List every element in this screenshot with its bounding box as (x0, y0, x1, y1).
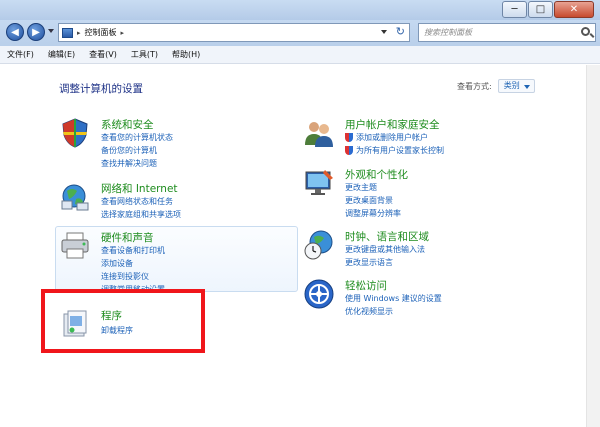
link-backup-computer[interactable]: 备份您的计算机 (101, 145, 157, 156)
category-title-clock-language[interactable]: 时钟、语言和区域 (345, 229, 429, 244)
link-view-network-status[interactable]: 查看网络状态和任务 (101, 196, 173, 207)
category-title-network-internet[interactable]: 网络和 Internet (101, 181, 178, 196)
link-add-remove-accounts[interactable]: 添加或删除用户帐户 (345, 132, 428, 143)
printer-icon (61, 232, 89, 259)
link-parental-controls[interactable]: 为所有用户设置家长控制 (345, 145, 444, 156)
category-user-accounts: 用户帐户和家庭安全 添加或删除用户帐户 为所有用户设置家长控制 (303, 117, 523, 162)
annotation-highlight-box (41, 289, 205, 353)
uac-shield-icon (345, 146, 353, 155)
category-network-internet: 网络和 Internet 查看网络状态和任务 选择家庭组和共享选项 (59, 181, 259, 226)
category-title-user-accounts[interactable]: 用户帐户和家庭安全 (345, 117, 440, 132)
address-dropdown-icon[interactable] (381, 30, 387, 34)
menu-edit[interactable]: 编辑(E) (48, 49, 75, 60)
link-view-computer-status[interactable]: 查看您的计算机状态 (101, 132, 173, 143)
link-parental-controls-label: 为所有用户设置家长控制 (356, 146, 444, 155)
link-change-display-language[interactable]: 更改显示语言 (345, 257, 393, 268)
uac-shield-icon (345, 133, 353, 142)
link-find-fix-problems[interactable]: 查找并解决问题 (101, 158, 157, 169)
menu-bar: 文件(F) 编辑(E) 查看(V) 工具(T) 帮助(H) (0, 46, 600, 64)
category-ease-of-access: 轻松访问 使用 Windows 建议的设置 优化视频显示 (303, 278, 503, 323)
link-change-theme[interactable]: 更改主题 (345, 182, 377, 193)
recent-pages-dropdown[interactable] (48, 29, 54, 33)
category-appearance: 外观和个性化 更改主题 更改桌面背景 调整屏幕分辨率 (303, 167, 503, 222)
breadcrumb-control-panel[interactable]: 控制面板 (85, 27, 117, 38)
security-shield-icon (62, 118, 88, 148)
link-connect-projector[interactable]: 连接到投影仪 (101, 271, 149, 282)
link-view-devices-printers[interactable]: 查看设备和打印机 (101, 245, 165, 256)
back-button[interactable]: ◀ (6, 23, 24, 41)
address-bar[interactable]: ▸ 控制面板 ▸ ↻ (58, 23, 410, 42)
window-titlebar: ─ □ ✕ (0, 0, 600, 20)
users-icon (305, 122, 333, 147)
view-by-dropdown[interactable]: 类别 (497, 79, 535, 93)
category-title-appearance[interactable]: 外观和个性化 (345, 167, 408, 182)
link-change-keyboard[interactable]: 更改键盘或其他输入法 (345, 244, 425, 255)
forward-arrow-icon: ▶ (32, 26, 40, 38)
search-input[interactable] (424, 28, 574, 37)
ease-of-access-icon (304, 279, 334, 309)
navigation-bar: ◀ ▶ ▸ 控制面板 ▸ ↻ (0, 20, 600, 46)
menu-file[interactable]: 文件(F) (7, 49, 34, 60)
category-title-system-security[interactable]: 系统和安全 (101, 117, 154, 132)
category-title-hardware-sound[interactable]: 硬件和声音 (101, 230, 154, 245)
category-title-ease-of-access[interactable]: 轻松访问 (345, 278, 387, 293)
link-optimize-display[interactable]: 优化视频显示 (345, 306, 393, 317)
link-add-remove-accounts-label: 添加或删除用户帐户 (356, 133, 428, 142)
maximize-button[interactable]: □ (528, 1, 553, 18)
breadcrumb-separator-icon: ▸ (77, 28, 81, 37)
category-clock-language: 时钟、语言和区域 更改键盘或其他输入法 更改显示语言 (303, 229, 503, 274)
menu-view[interactable]: 查看(V) (89, 49, 117, 60)
search-box[interactable] (418, 23, 596, 42)
clock-globe-icon (304, 230, 333, 260)
content-pane: 调整计算机的设置 查看方式: 类别 系统和安全 查看您的计算机状态 备份您的计算… (0, 65, 586, 427)
appearance-icon (305, 170, 333, 195)
page-title: 调整计算机的设置 (59, 83, 143, 95)
refresh-icon[interactable]: ↻ (396, 25, 405, 38)
category-hardware-sound: 硬件和声音 查看设备和打印机 添加设备 连接到投影仪 调整常用移动设置 (59, 230, 279, 296)
category-system-security: 系统和安全 查看您的计算机状态 备份您的计算机 查找并解决问题 (59, 117, 259, 177)
network-globe-icon (61, 184, 89, 211)
link-windows-suggested-settings[interactable]: 使用 Windows 建议的设置 (345, 293, 442, 304)
window-controls: ─ □ ✕ (501, 1, 594, 18)
minimize-button[interactable]: ─ (502, 1, 527, 18)
vertical-scrollbar[interactable] (586, 65, 600, 427)
link-change-background[interactable]: 更改桌面背景 (345, 195, 393, 206)
breadcrumb-separator-icon[interactable]: ▸ (121, 29, 125, 37)
menu-tools[interactable]: 工具(T) (131, 49, 158, 60)
search-icon[interactable] (581, 27, 590, 36)
view-by-label: 查看方式: (457, 81, 492, 91)
menu-help[interactable]: 帮助(H) (172, 49, 200, 60)
link-screen-resolution[interactable]: 调整屏幕分辨率 (345, 208, 401, 219)
forward-button[interactable]: ▶ (27, 23, 45, 41)
view-by: 查看方式: 类别 (457, 79, 535, 93)
link-homegroup-sharing[interactable]: 选择家庭组和共享选项 (101, 209, 181, 220)
link-add-device[interactable]: 添加设备 (101, 258, 133, 269)
control-panel-icon (62, 27, 73, 38)
back-arrow-icon: ◀ (11, 26, 19, 38)
close-button[interactable]: ✕ (554, 1, 594, 18)
